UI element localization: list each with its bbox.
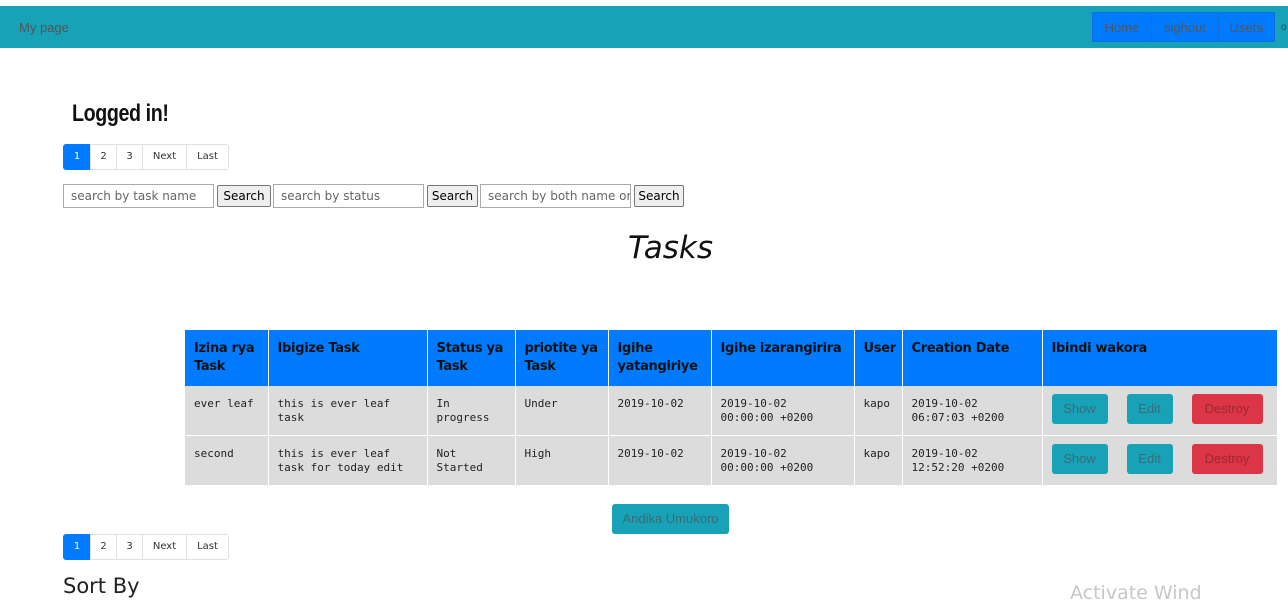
activation-watermark: Activate Wind xyxy=(1070,582,1202,604)
page-next-link[interactable]: Next xyxy=(142,534,187,560)
cell-user: kapo xyxy=(854,386,903,436)
page-last-link[interactable]: Last xyxy=(186,144,229,170)
sort-by-heading: Sort By xyxy=(63,574,140,598)
cell-name: ever leaf xyxy=(185,386,269,436)
search-name-input[interactable]: search by task name xyxy=(63,184,214,208)
signout-button[interactable]: sighout xyxy=(1151,12,1219,42)
edit-button[interactable]: Edit xyxy=(1126,444,1173,474)
pagination-bottom: 1 2 3 Next Last xyxy=(63,534,229,560)
table-row: second this is ever leaf task for today … xyxy=(185,435,1278,486)
page-link-2[interactable]: 2 xyxy=(90,144,117,170)
cell-end: 2019-10-02 00:00:00 +0200 xyxy=(711,386,855,436)
cell-end: 2019-10-02 00:00:00 +0200 xyxy=(711,435,855,486)
search-both-button[interactable]: Search xyxy=(634,185,684,207)
column-header-content: Ibigize Task xyxy=(268,330,428,386)
cell-created: 2019-10-02 12:52:20 +0200 xyxy=(902,435,1043,486)
cell-status: Not Started xyxy=(427,435,516,486)
add-task-button[interactable]: Andika Umukoro xyxy=(612,504,729,534)
pagination-top: 1 2 3 Next Last xyxy=(63,144,229,170)
search-both-input[interactable]: search by both name or s xyxy=(480,184,631,208)
table-header-row: Izina rya Task Ibigize Task Status ya Ta… xyxy=(185,330,1278,386)
cell-priority: High xyxy=(515,435,609,486)
navbar-overflow-text: o xyxy=(1281,22,1287,33)
column-header-actions: Ibindi wakora xyxy=(1042,330,1278,386)
search-status-button[interactable]: Search xyxy=(427,185,478,207)
column-header-end: Igihe izarangirira xyxy=(711,330,855,386)
page-link-2[interactable]: 2 xyxy=(90,534,117,560)
cell-actions: Show Edit Destroy xyxy=(1042,386,1278,436)
users-button[interactable]: Users xyxy=(1218,12,1275,42)
edit-button[interactable]: Edit xyxy=(1126,394,1173,424)
page-link-3[interactable]: 3 xyxy=(116,144,143,170)
destroy-button[interactable]: Destroy xyxy=(1191,444,1263,474)
destroy-button[interactable]: Destroy xyxy=(1191,394,1263,424)
cell-actions: Show Edit Destroy xyxy=(1042,435,1278,486)
show-button[interactable]: Show xyxy=(1051,394,1108,424)
table-row: ever leaf this is ever leaf task In prog… xyxy=(185,386,1278,436)
page-next-link[interactable]: Next xyxy=(142,144,187,170)
cell-status: In progress xyxy=(427,386,516,436)
tasks-table: Izina rya Task Ibigize Task Status ya Ta… xyxy=(185,330,1278,486)
column-header-status: Status ya Task xyxy=(427,330,516,386)
column-header-name: Izina rya Task xyxy=(185,330,269,386)
column-header-start: Igihe yatangiriye xyxy=(608,330,712,386)
cell-start: 2019-10-02 xyxy=(608,435,712,486)
tasks-title: Tasks xyxy=(628,230,713,266)
cell-start: 2019-10-02 xyxy=(608,386,712,436)
cell-created: 2019-10-02 06:07:03 +0200 xyxy=(902,386,1043,436)
cell-name: second xyxy=(185,435,269,486)
cell-user: kapo xyxy=(854,435,903,486)
column-header-priority: priotite ya Task xyxy=(515,330,609,386)
cell-content: this is ever leaf task xyxy=(268,386,428,436)
navbar: My page Home sighout Users o xyxy=(0,6,1288,48)
search-name-button[interactable]: Search xyxy=(217,185,271,207)
cell-priority: Under xyxy=(515,386,609,436)
cell-content: this is ever leaf task for today edit xyxy=(268,435,428,486)
home-button[interactable]: Home xyxy=(1092,12,1152,42)
page-link-1[interactable]: 1 xyxy=(63,144,91,170)
column-header-user: User xyxy=(854,330,903,386)
page-heading: Logged in! xyxy=(72,100,169,127)
search-status-input[interactable]: search by status xyxy=(273,184,424,208)
page-link-1[interactable]: 1 xyxy=(63,534,91,560)
page-link-3[interactable]: 3 xyxy=(116,534,143,560)
show-button[interactable]: Show xyxy=(1051,444,1108,474)
page-last-link[interactable]: Last xyxy=(186,534,229,560)
column-header-created: Creation Date xyxy=(902,330,1043,386)
navbar-brand[interactable]: My page xyxy=(19,20,69,35)
